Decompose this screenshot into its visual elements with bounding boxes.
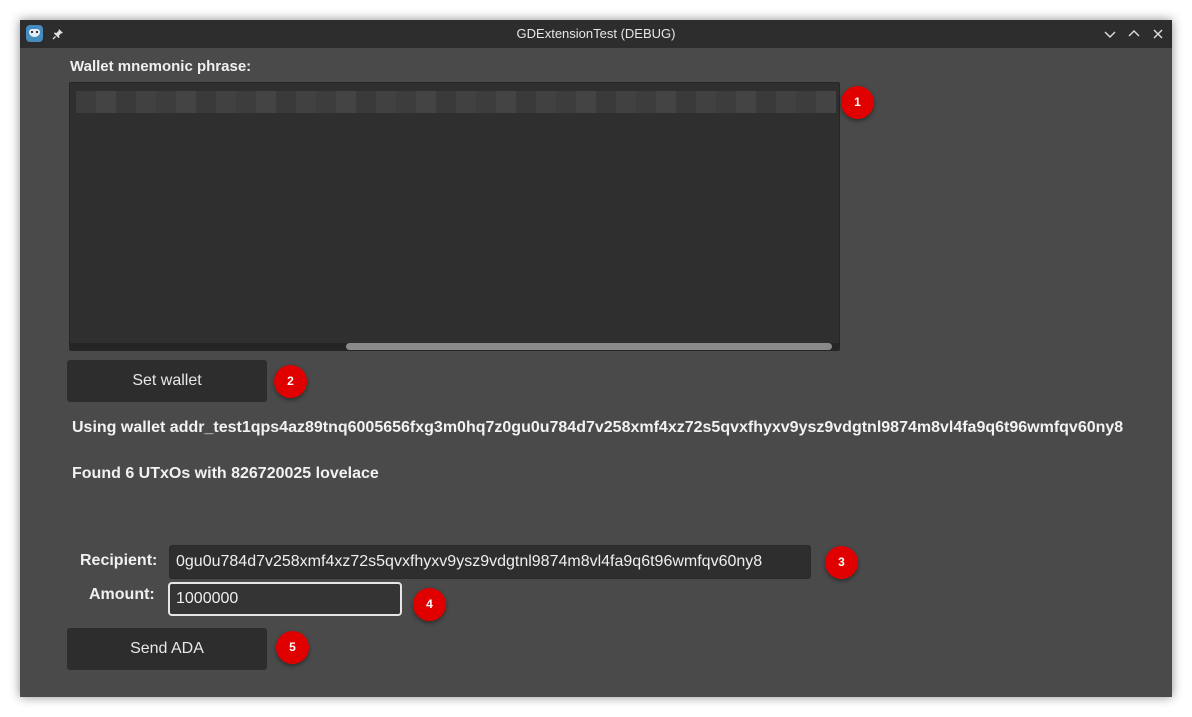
annotation-badge-1: 1 [841, 86, 874, 119]
mnemonic-label: Wallet mnemonic phrase: [70, 58, 252, 75]
using-wallet-text: Using wallet addr_test1qps4az89tnq600565… [72, 419, 1124, 436]
amount-input[interactable]: 1000000 [168, 582, 402, 616]
scrollbar-thumb[interactable] [346, 343, 832, 350]
redacted-mnemonic-text [76, 91, 836, 113]
annotation-badge-5: 5 [276, 631, 309, 664]
chevron-up-icon [1128, 30, 1140, 37]
close-button[interactable] [1148, 24, 1168, 44]
title-bar[interactable]: GDExtensionTest (DEBUG) [20, 20, 1172, 48]
chevron-down-icon [1104, 31, 1116, 38]
annotation-badge-2: 2 [274, 365, 307, 398]
maximize-button[interactable] [1124, 24, 1144, 44]
annotation-badge-3: 3 [825, 546, 858, 579]
send-ada-button[interactable]: Send ADA [67, 628, 267, 670]
mnemonic-textarea[interactable] [69, 82, 840, 351]
horizontal-scrollbar[interactable] [70, 343, 839, 350]
recipient-input[interactable]: 0gu0u784d7v258xmf4xz72s5qvxfhyxv9ysz9vdg… [169, 545, 811, 579]
set-wallet-button[interactable]: Set wallet [67, 360, 267, 402]
close-icon [1153, 29, 1163, 39]
annotation-badge-4: 4 [413, 588, 446, 621]
app-window: GDExtensionTest (DEBUG) Wallet mnemonic … [20, 20, 1172, 697]
amount-label: Amount: [89, 586, 155, 603]
minimize-button[interactable] [1100, 24, 1120, 44]
utxo-status-text: Found 6 UTxOs with 826720025 lovelace [72, 465, 379, 482]
recipient-label: Recipient: [80, 552, 158, 569]
window-title: GDExtensionTest (DEBUG) [516, 26, 676, 41]
